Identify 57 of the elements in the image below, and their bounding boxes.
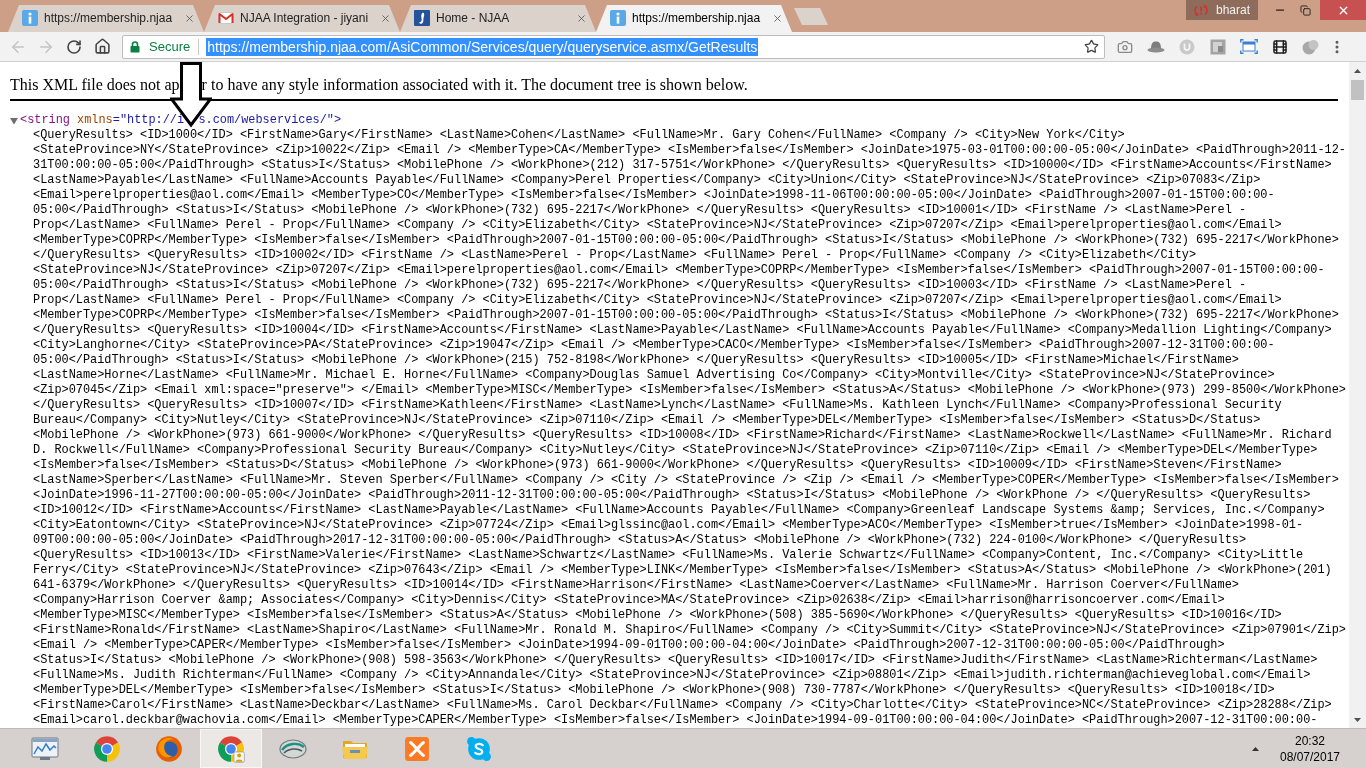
chart-window-icon (31, 735, 59, 762)
xampp-icon (404, 735, 430, 762)
new-tab-button[interactable] (794, 8, 828, 25)
collapse-triangle-icon[interactable] (10, 116, 18, 125)
reload-icon (66, 38, 82, 55)
restore-icon (1299, 4, 1311, 16)
notice-text: This XML file does not ap (10, 76, 180, 94)
xml-text-content: <QueryResults> <ID>1000</ID> <FirstName>Gary</FirstName> <LastName>Cohen</LastName> <FullName>Mr. Gary Cohen</FullName> <Company /> <City>New York</City> <StateProvince>NY</StateProvince> <Zip>10022</Zip> <Email /> <MemberType>CA</MemberType> <IsMember>false</IsMember> <JoinDate>1975-03-01T00:00:00-05:00</JoinDate> <PaidThrough>2011-12- 31T00:00:00-05:00</PaidThrough> <Status>I</Status> <MobilePhone /> <WorkPhone>(212) 317-5751</WorkPhone> </QueryResults> <QueryResults> <ID>10000</ID> <FirstName>Accounts</FirstName> <LastName>Payable</LastName> <FullName>Accounts Payable</FullName> <Company>Perel Properties</Company> <City>Union</City> <StateProvince>NJ</StateProvince> <Zip>07083</Zip> <Email>perelproperties@aol.com</Email> <MemberType>CO</MemberType> <IsMember>false</IsMember> <JoinDate>1998-11-06T00:00:00-05:00</JoinDate> <PaidThrough>2007-01-15T00:00:00- 05:00</PaidThrough> <Status>I</Status> <MobilePhone /> <WorkPhone>(732) 695-2217</WorkPhone> </QueryResults> <QueryResults> <ID>10001</ID> <FirstName /> <LastName>Perel - Prop</LastName> <FullName> Perel - Prop</FullName> <Company /> <City>Elizabeth</City> <StateProvince>NJ</StateProvince> <Zip>07207</Zip> <Email>perelproperties@aol.com</Email> <MemberType>COPRP</MemberType> <IsMember>false</IsMember> <PaidThrough>2007-01-15T00:00:00-05:00</PaidThrough> <Status>I</Status> <MobilePhone /> <WorkPhone>(732) 695-2217</WorkPhone> </QueryResults> <QueryResults> <ID>10002</ID> <FirstName /> <LastName>Perel - Prop</LastName> <FullName> Perel - Prop</FullName> <Company /> <City>Elizabeth</City> <StateProvince>NJ</StateProvince> <Zip>07207</Zip> <Email>perelproperties@aol.com</Email> <MemberType>COPRP</MemberType> <IsMember>false</IsMember> <PaidThrough>2007-01-15T00:00:00- 05:00</PaidThrough> <Status>I</Status> <MobilePhone /> <WorkPhone>(732) 695-2217</WorkPhone> </QueryResults> <QueryResults> <ID>10003</ID> <FirstName /> <LastName>Perel - Prop</LastName> <FullName> Perel - Prop</FullName> <Company /> <City>Elizabeth</City> <StateProvince>NJ</StateProvince> <Zip>07207</Zip> <Email>perelproperties@aol.com</Email> <MemberType>COPRP</MemberType> <IsMember>false</IsMember> <PaidThrough>2007-01-15T00:00:00-05:00</PaidThrough> <Status>I</Status> <MobilePhone /> <WorkPhone>(732) 695-2217</WorkPhone> </QueryResults> <QueryResults> <ID>10004</ID> <FirstName>Accounts</FirstName> <LastName>Payable</LastName> <FullName>Accounts Payable</FullName> <Company>Medallion Lighting</Company> <City>Langhorne</City> <StateProvince>PA</StateProvince> <Zip>19047</Zip> <Email /> <MemberType>CACO</MemberType> <IsMember>false</IsMember> <PaidThrough>2007-12-31T00:00:00- 05:00</PaidThrough> <Status>I</Status> <MobilePhone /> <WorkPhone>(215) 752-8198</WorkPhone> </QueryResults> <QueryResults> <ID>10005</ID> <FirstName>Michael</FirstName> <LastName>Horne</LastName> <FullName>Mr. Michael E. Horne</FullName> <Company>Douglas Samuel Advertising Co</Company> <City>Montville</City> <StateProvince>NJ</StateProvince> <Zip>07045</Zip> <Email xml:space="preserve"> </Email> <MemberType>MISC</MemberType> <IsMember>false</IsMember> <Status>A</Status> <MobilePhone /> <WorkPhone>(973) 299-8500</WorkPhone> </QueryResults> <QueryResults> <ID>10007</ID> <FirstName>Kathleen</FirstName> <LastName>Lynch</LastName> <FullName>Ms. Kathleen Lynch</FullName> <Company>Professional Security Bureau</Company> <City>Nutley</City> <StateProvince>NJ</StateProvince> <Zip>07110</Zip> <Email /> <MemberType>DEL</MemberType> <IsMember>false</IsMember> <Status>D</Status> <MobilePhone /> <WorkPhone>(973) 661-9000</WorkPhone> </QueryResults> <QueryResults> <ID>10008</ID> <FirstName>Richard</FirstName> <LastName>Rockwell</LastName> <FullName>Mr. Richard D. Rockwell</FullName> <Company>Professional Security Bureau</Company> <City>Nutley</City> <StateProvince>NJ</StateProvince> <Zip>07110</Zip> <Email /> <MemberType>DEL</MemberType> <IsMember>false</IsMember> <Status>D</Status> <MobilePhone /> <WorkPhone>(973) 661-9000</WorkPhone> </QueryResults> <QueryResults> <ID>10009</ID> <FirstName>Steven</FirstName> <LastName>Sperber</LastName> <FullName>Mr. Steven Sperber</FullName> <Company /> <City /> <StateProvince /> <Zip /> <Email /> <MemberType>COPER</MemberType> <IsMember>false</IsMember> <JoinDate>1996-11-27T00:00:00-05:00</JoinDate> <PaidThrough>2011-12-31T00:00:00-05:00</PaidThrough> <Status>I</Status> <MobilePhone /> <WorkPhone /> </QueryResults> <QueryResults> <ID>10012</ID> <FirstName>Accounts</FirstName> <LastName>Payable</LastName> <FullName>Accounts Payable</FullName> <Company>Greenleaf Landscape Systems &amp; Services, Inc.</Company> <City>Eatontown</City> <StateProvince>NJ</StateProvince> <Zip>07724</Zip> <Email>glssinc@aol.com</Email> <MemberType>ACO</MemberType> <IsMember>true</IsMember> <JoinDate>1998-01- 09T00:00:00-05:00</JoinDate> <PaidThrough>2017-12-31T00:00:00-05:00</PaidThrough> <Status>A</Status> <MobilePhone /> <WorkPhone>(732) 224-0100</WorkPhone> </QueryResults> <QueryResults> <ID>10013</ID> <FirstName>Valerie</FirstName> <LastName>Schwartz</LastName> <FullName>Ms. Valerie Schwartz</FullName> <Company>Content, Inc.</Company> <City>Little Ferry</City> <StateProvince>NJ</StateProvince> <Zip>07643</Zip> <Email /> <MemberType>LINK</MemberType> <IsMember>false</IsMember> <Status>A</Status> <MobilePhone /> <WorkPhone>(201) 641-6379</WorkPhone> </QueryResults> <QueryResults> <ID>10014</ID> <FirstName>Harrison</FirstName> <LastName>Coerver</LastName> <FullName>Mr. Harrison Coerver</FullName> <Company>Harrison Coerver &amp; Associates</Company> <City>Dennis</City> <StateProvince>MA</StateProvince> <Zip>02638</Zip> <Email>harrison@harrisoncoerver.com</Email> <MemberType>MISC</MemberType> <IsMember>false</IsMember> <Status>A</Status> <MobilePhone /> <WorkPhone>(508) 385-5690</WorkPhone> </QueryResults> <QueryResults> <ID>10016</ID> <FirstName>Ronald</FirstName> <LastName>Shapiro</LastName> <FullName>Mr. Ronald M. Shapiro</FullName> <Company /> <City>Summit</City> <StateProvince>NJ</StateProvince> <Zip>07901</Zip> <Email /> <MemberType>CAPER</MemberType> <IsMember>false</IsMember> <JoinDate>1994-09-01T00:00:00-04:00</JoinDate> <PaidThrough>2007-12-31T00:00:00-05:00</PaidThrough> <Status>I</Status> <MobilePhone /> <WorkPhone>(908) 598-3563</WorkPhone> </QueryResults> <QueryResults> <ID>10017</ID> <FirstName>Judith</FirstName> <LastName>Richterman</LastName> <FullName>Ms. Judith Richterman</FullName> <Company /> <City>Annandale</City> <StateProvince>NJ</StateProvince> <Zip>08801</Zip> <Email>judith.richterman@achieveglobal.com</Email> <MemberType>DEL</MemberType> <IsMember>false</IsMember> <Status>I</Status> <MobilePhone /> <WorkPhone>(908) 730-7787</WorkPhone> </QueryResults> <QueryResults> <ID>10018</ID> <FirstName>Carol</FirstName> <LastName>Deckbar</LastName> <FullName>Ms. Carol Deckbar</FullName> <Company /> <City>Charlotte</City> <StateProvince>NC</StateProvince> <Zip>28288</Zip> <Email>carol.deckbar@wachovia.com</Email> <MemberType>CAPER</MemberType> <IsMember>false</IsMember> <JoinDate>1994-09-01T00:00:00-04:00</JoinDate> <PaidThrough>2007-12-31T00:00:00- (33, 128, 1346, 728)
browser-tab[interactable]: Home - NJAA (400, 5, 596, 32)
browser-tab[interactable]: https://membership.njaa (8, 5, 204, 32)
up-triangle-icon (1354, 68, 1361, 73)
close-icon (379, 12, 391, 24)
xml-tag-name: <string (20, 113, 70, 128)
close-icon (575, 12, 587, 24)
hat-icon (1146, 40, 1165, 53)
close-icon (771, 12, 783, 24)
browser-tab[interactable]: https://membership.njaa (596, 5, 792, 32)
info-icon (610, 10, 626, 26)
firefox-icon (155, 734, 183, 763)
envelope-icon (218, 12, 234, 24)
tab-close-button[interactable] (379, 12, 391, 24)
tab-close-button[interactable] (575, 12, 587, 24)
clock-button[interactable]: 20:32 08/07/2017 (1275, 729, 1345, 768)
film-icon (1271, 38, 1288, 55)
address-bar[interactable]: Secure https://membership.njaa.com/AsiCommon/Services/query/queryservice.asmx/GetResults (122, 34, 1105, 59)
security-label: Secure (149, 37, 191, 56)
swoosh-icon (278, 736, 308, 761)
skype-icon (466, 735, 492, 762)
down-triangle-icon (1354, 717, 1361, 722)
tab-close-button[interactable] (183, 12, 195, 24)
emblem-icon (414, 10, 430, 26)
taskbar-app-button[interactable] (200, 729, 262, 768)
lock-icon (130, 40, 140, 53)
scrollbar[interactable] (1349, 62, 1366, 728)
sync-error-icon (1194, 3, 1208, 17)
circle-icon (1178, 38, 1195, 55)
xml-attribute-name: xmlns (77, 113, 113, 128)
xml-attribute-value: ="http://i (112, 113, 185, 128)
window-icon (1209, 38, 1226, 55)
profile-button[interactable]: bharat (1186, 0, 1258, 20)
close-window-button[interactable] (1320, 0, 1366, 20)
chrome-icon (217, 734, 245, 763)
tab-close-button[interactable] (771, 12, 783, 24)
chrome-icon (93, 734, 121, 763)
star-icon (1083, 39, 1099, 54)
close-icon (183, 12, 195, 24)
browser-tab[interactable]: NJAA Integration - jiyani (204, 5, 400, 32)
sphere-icon (1302, 38, 1319, 55)
notice-text: r to have any style information associated with it. The document tree is shown below. (201, 76, 748, 94)
camera-icon (1116, 38, 1133, 55)
bookmark-button[interactable] (1082, 37, 1100, 56)
info-icon (22, 10, 38, 26)
home-icon (93, 38, 111, 55)
up-triangle-icon (1251, 746, 1259, 751)
xml-attribute-value: s.com/webservices/"> (198, 113, 342, 128)
scrollbar-thumb[interactable] (1351, 80, 1364, 100)
fullscreen-icon (1239, 39, 1258, 54)
